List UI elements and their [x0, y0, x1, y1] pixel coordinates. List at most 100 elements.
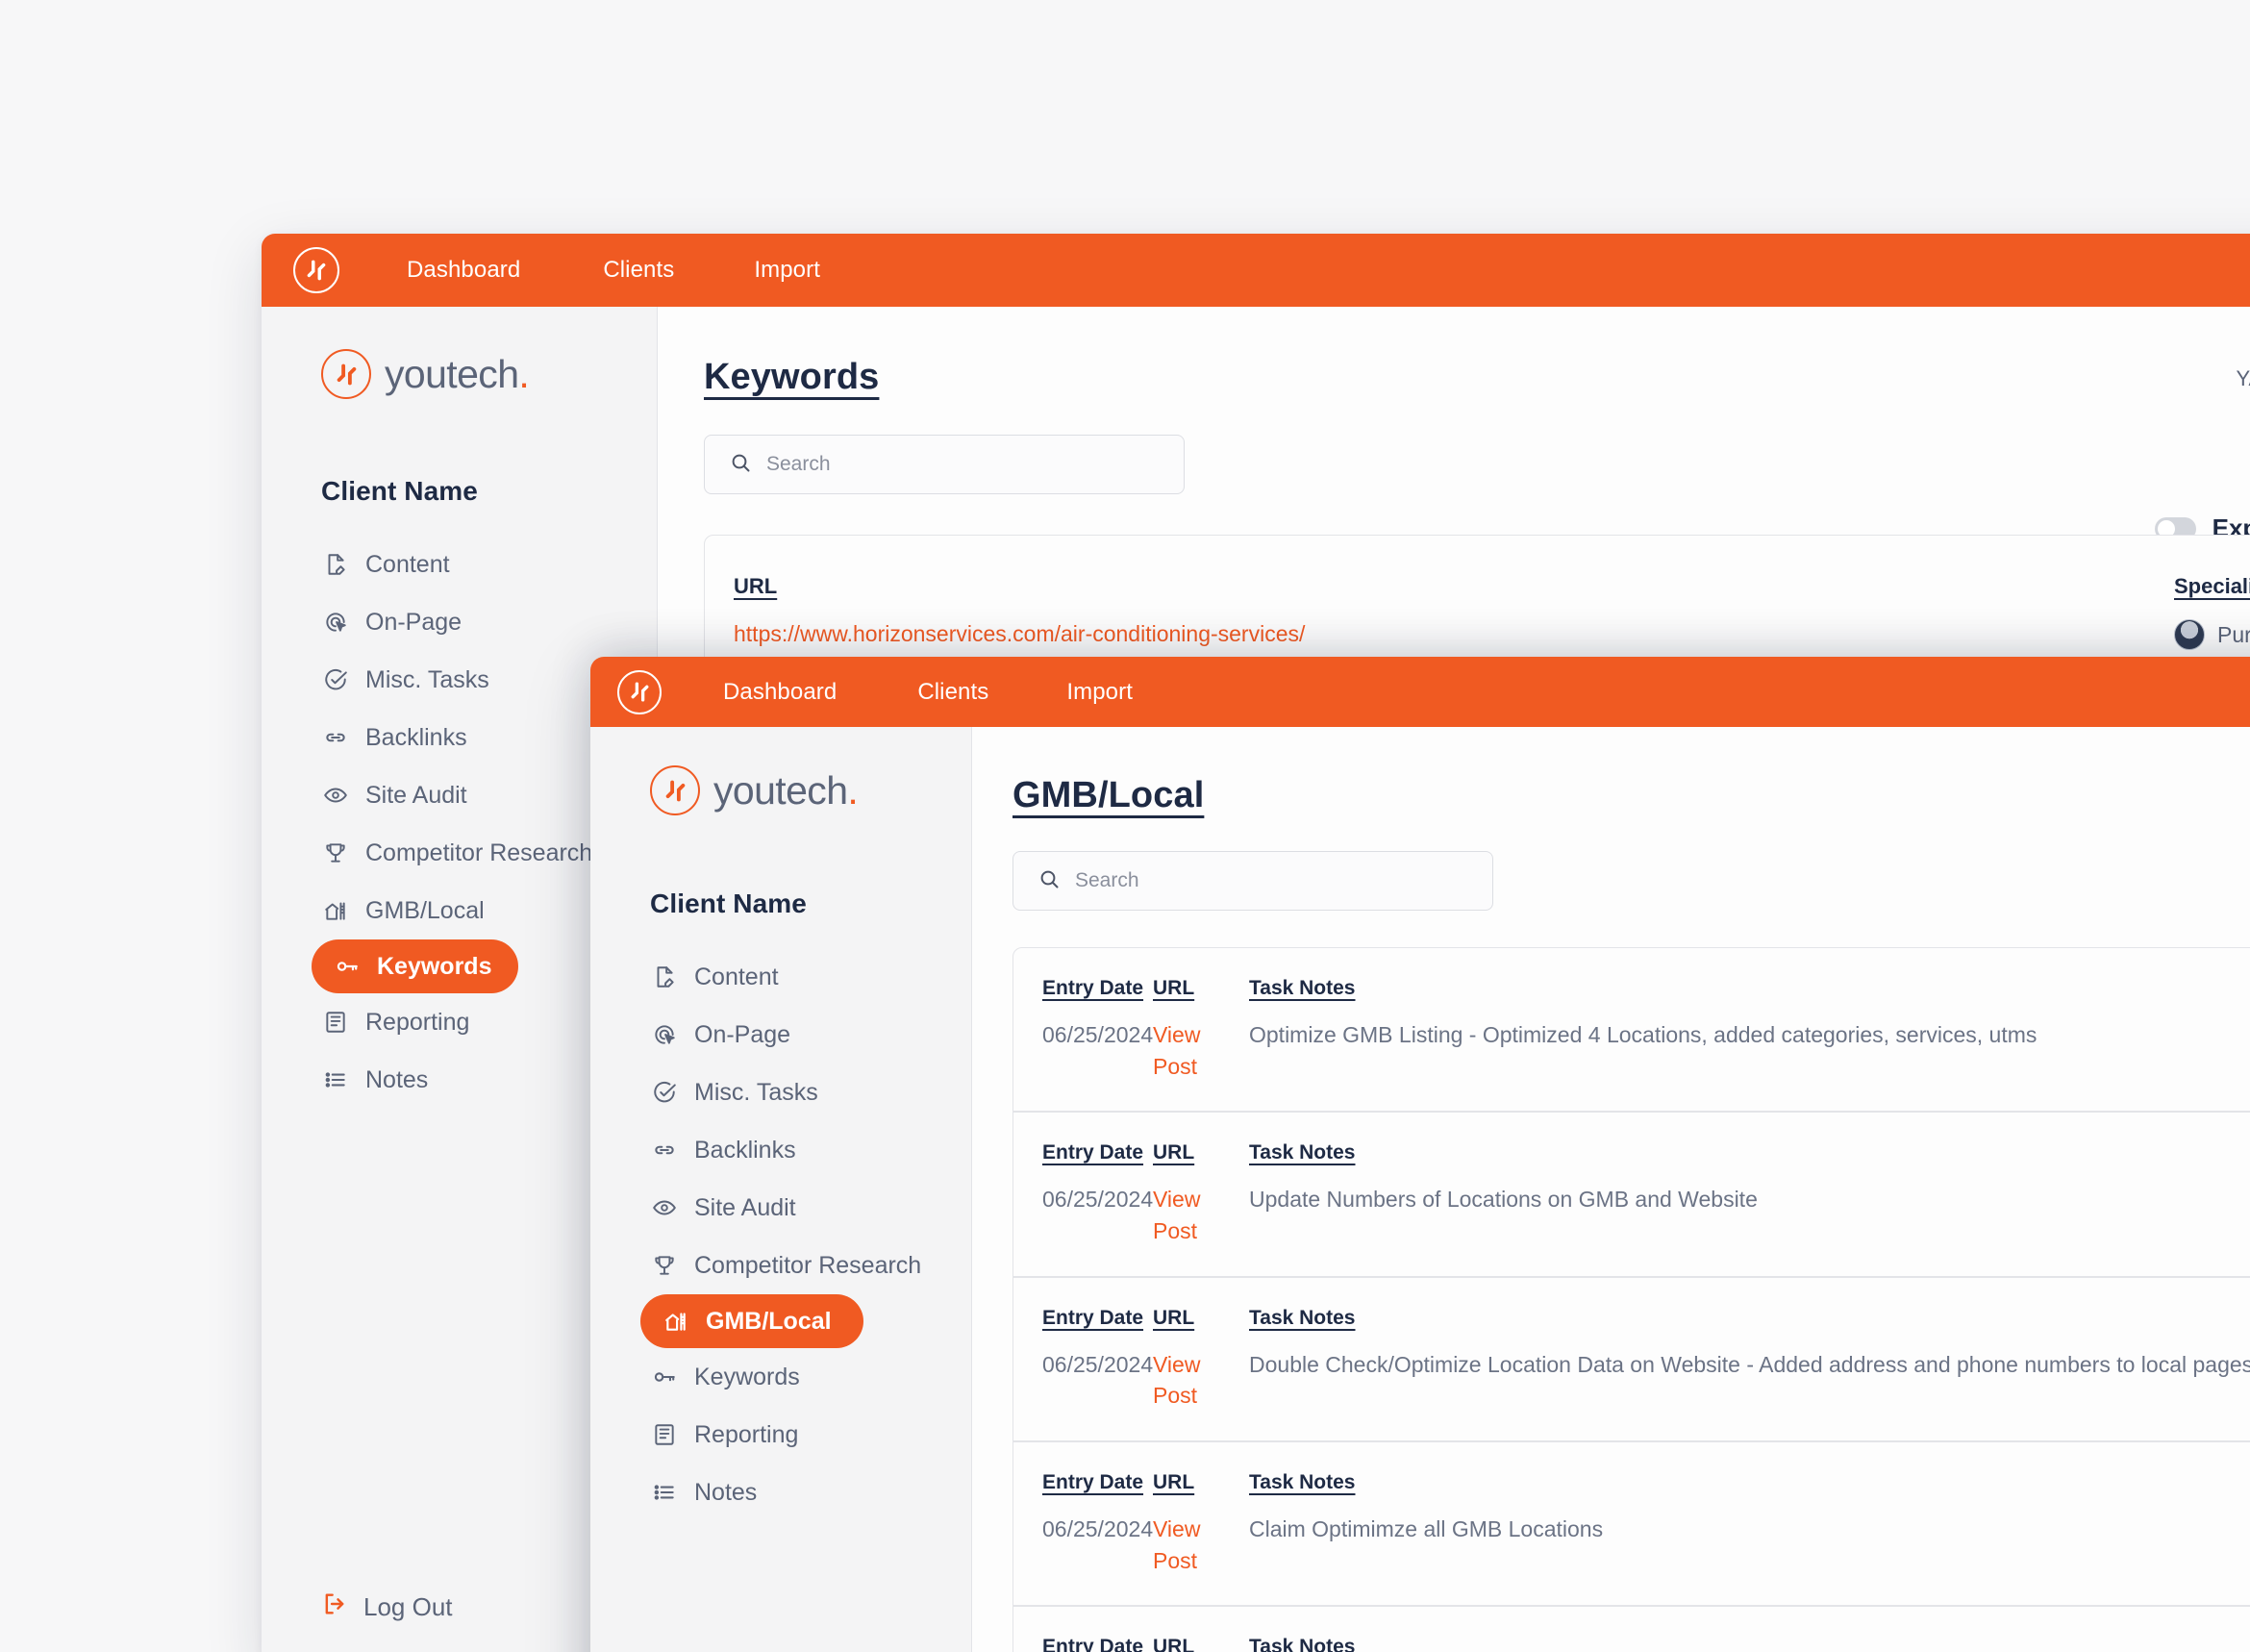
sidebar-item-backlinks[interactable]: Backlinks — [590, 1121, 971, 1179]
url-header[interactable]: URL — [1153, 1307, 1249, 1330]
view-post-link[interactable]: View Post — [1153, 1514, 1249, 1576]
keyword-url-block: URL https://www.horizonservices.com/air-… — [734, 574, 2174, 650]
sidebar-label: Notes — [365, 1065, 429, 1093]
entry-date-cell: Entry Date 06/25/2024 — [1042, 1636, 1153, 1652]
back-topnav: Dashboard Clients Import Mark — [262, 234, 2250, 307]
link-icon — [321, 723, 350, 752]
check-circle-icon — [321, 665, 350, 694]
sidebar-item-content[interactable]: Content — [590, 948, 971, 1006]
nav-import[interactable]: Import — [1062, 673, 1137, 712]
task-notes-value: Update Numbers of Locations on GMB and W… — [1249, 1187, 1758, 1213]
sidebar-label: GMB/Local — [365, 896, 485, 924]
sidebar-item-on-page[interactable]: On-Page — [262, 593, 657, 651]
eye-icon — [650, 1193, 679, 1222]
nav-clients[interactable]: Clients — [913, 673, 992, 712]
report-icon — [650, 1420, 679, 1449]
view-post-link[interactable]: View Post — [1153, 1019, 1249, 1082]
nav-dashboard[interactable]: Dashboard — [719, 673, 840, 712]
brand-dot: . — [847, 767, 859, 813]
view-post-link[interactable]: View Post — [1153, 1184, 1249, 1246]
task-notes-header[interactable]: Task Notes — [1249, 1307, 2250, 1330]
sidebar-item-competitor-research[interactable]: Competitor Research — [590, 1237, 971, 1294]
entry-date-header[interactable]: Entry Date — [1042, 1141, 1153, 1164]
sidebar-item-misc-tasks[interactable]: Misc. Tasks — [590, 1064, 971, 1121]
entry-date-header[interactable]: Entry Date — [1042, 1636, 1153, 1652]
key-icon — [333, 952, 362, 981]
brand-text: youtech — [713, 767, 848, 813]
brand-dot: . — [518, 351, 530, 396]
table-row[interactable]: Entry Date 06/25/2024 URL View Post Task… — [1013, 948, 2250, 1114]
sidebar-item-keywords[interactable]: Keywords — [590, 1348, 971, 1406]
url-header[interactable]: URL — [1153, 977, 1249, 1000]
nav-dashboard[interactable]: Dashboard — [403, 251, 524, 289]
sidebar-item-site-audit[interactable]: Site Audit — [590, 1179, 971, 1237]
entry-date-cell: Entry Date 06/25/2024 — [1042, 1141, 1153, 1246]
search-placeholder: Search — [1075, 869, 1139, 891]
url-header[interactable]: URL — [1153, 1141, 1249, 1164]
logout-label: Log Out — [363, 1592, 453, 1621]
sidebar-label: Content — [694, 963, 779, 990]
sidebar-label: Misc. Tasks — [694, 1078, 818, 1106]
sidebar-item-gmb-local[interactable]: GMB/Local — [640, 1294, 863, 1348]
gmb-main: GMB/Local Search Entry Date 06/25/2024 U… — [972, 727, 2250, 1652]
youtech-brand-icon — [321, 349, 371, 399]
url-header[interactable]: URL — [1153, 1636, 1249, 1652]
view-post-link[interactable]: View Post — [1153, 1349, 1249, 1412]
sidebar-label: On-Page — [694, 1020, 791, 1048]
entry-date-header[interactable]: Entry Date — [1042, 1307, 1153, 1330]
entry-date-cell: Entry Date 06/25/2024 — [1042, 1471, 1153, 1576]
document-edit-icon — [650, 963, 679, 991]
table-row[interactable]: Entry Date 06/25/2024 URL View Post Task… — [1013, 1442, 2250, 1608]
sidebar-label: Keywords — [694, 1363, 800, 1390]
sidebar-label: Misc. Tasks — [365, 665, 489, 693]
brand-wordmark: youtech. — [713, 767, 859, 813]
keyword-specialist-block: Specialist Purvish Patel — [2174, 574, 2250, 650]
search-input[interactable]: Search — [1012, 851, 1493, 911]
gmb-local-window: Dashboard Clients Import youtech. Client… — [590, 657, 2250, 1652]
table-row[interactable]: Entry Date 06/25/2024 URL View Post Task… — [1013, 1607, 2250, 1652]
entry-date-header[interactable]: Entry Date — [1042, 1471, 1153, 1494]
storefront-icon — [321, 896, 350, 925]
url-cell: URL View Post — [1153, 1471, 1249, 1576]
task-notes-header[interactable]: Task Notes — [1249, 1141, 2250, 1164]
keyword-url-link[interactable]: https://www.horizonservices.com/air-cond… — [734, 621, 2174, 647]
nav-import[interactable]: Import — [750, 251, 824, 289]
youtech-logo-icon[interactable] — [293, 247, 339, 293]
brand-wordmark: youtech. — [385, 351, 530, 397]
logout-button[interactable]: Log Out — [321, 1590, 453, 1624]
url-cell: URL View Post — [1153, 1141, 1249, 1246]
specialist-column-header[interactable]: Specialist — [2174, 574, 2250, 599]
front-client-name: Client Name — [650, 889, 807, 918]
page-title: Keywords — [704, 357, 880, 397]
breadcrumb-root[interactable]: YAMS — [2236, 366, 2250, 391]
list-icon — [650, 1478, 679, 1507]
sidebar-item-notes[interactable]: Notes — [590, 1464, 971, 1521]
task-notes-header[interactable]: Task Notes — [1249, 977, 2250, 1000]
table-row[interactable]: Entry Date 06/25/2024 URL View Post Task… — [1013, 1278, 2250, 1442]
url-column-header[interactable]: URL — [734, 574, 2174, 599]
sidebar-item-keywords[interactable]: Keywords — [312, 939, 518, 993]
back-nav-items: Dashboard Clients Import — [403, 251, 824, 289]
sidebar-label: Backlinks — [365, 723, 467, 751]
sidebar-item-content[interactable]: Content — [262, 536, 657, 593]
entry-date-value: 06/25/2024 — [1042, 1515, 1154, 1541]
sidebar-label: Competitor Research — [365, 839, 593, 866]
nav-clients[interactable]: Clients — [599, 251, 678, 289]
document-edit-icon — [321, 550, 350, 579]
task-notes-value: Claim Optimimze all GMB Locations — [1249, 1515, 1604, 1541]
youtech-logo-icon[interactable] — [617, 669, 662, 714]
entry-date-header[interactable]: Entry Date — [1042, 977, 1153, 1000]
sidebar-item-on-page[interactable]: On-Page — [590, 1006, 971, 1064]
url-header[interactable]: URL — [1153, 1471, 1249, 1494]
table-row[interactable]: Entry Date 06/25/2024 URL View Post Task… — [1013, 1113, 2250, 1278]
task-notes-cell: Task Notes Claim Optimimze all GMB Locat… — [1249, 1471, 2250, 1576]
search-input[interactable]: Search — [704, 435, 1185, 494]
sidebar-label: Competitor Research — [694, 1251, 922, 1279]
front-nav-items: Dashboard Clients Import — [719, 673, 1137, 712]
task-notes-header[interactable]: Task Notes — [1249, 1636, 2250, 1652]
task-notes-header[interactable]: Task Notes — [1249, 1471, 2250, 1494]
sidebar-label: Site Audit — [365, 781, 467, 809]
sidebar-item-reporting[interactable]: Reporting — [590, 1406, 971, 1464]
specialist-name: Purvish Patel — [2217, 621, 2250, 647]
front-topnav: Dashboard Clients Import — [590, 657, 2250, 727]
